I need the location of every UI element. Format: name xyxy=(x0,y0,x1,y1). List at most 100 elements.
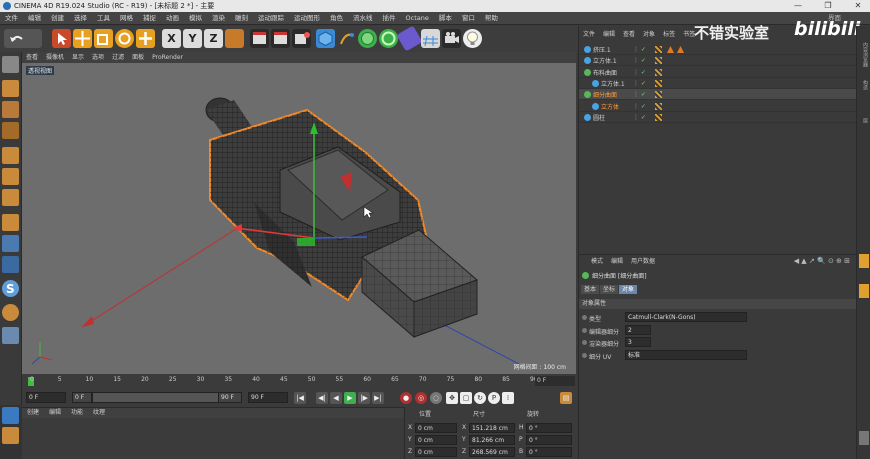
cloner-button[interactable] xyxy=(379,29,398,48)
model-mode-icon[interactable] xyxy=(2,80,19,97)
attribute-value-field[interactable]: 3 xyxy=(625,337,651,347)
object-row[interactable]: 立方体 ⋮ ✓ xyxy=(579,101,857,112)
object-name[interactable]: 圆柱 xyxy=(593,113,605,122)
side-tab-marker-icon[interactable] xyxy=(859,284,869,298)
attribute-nav-icons[interactable]: ◀ ▲ ↗ 🔍 ⊙ ⊕ ⊞ xyxy=(794,257,850,265)
rotation-field[interactable]: 0 ° xyxy=(526,435,572,445)
parameter-key-button[interactable]: P xyxy=(488,392,500,404)
right-strip-tab-2[interactable]: 层 xyxy=(859,118,869,123)
object-name[interactable]: 挤压.1 xyxy=(593,45,611,54)
object-row[interactable]: 立方体.1 ⋮ ✓ xyxy=(579,78,857,89)
light-object-button[interactable] xyxy=(463,29,482,48)
material-menu-item-3[interactable]: 纹理 xyxy=(88,408,110,418)
coordinate-system-button[interactable] xyxy=(225,29,244,48)
render-view-button[interactable] xyxy=(250,29,269,48)
object-menu-item-3[interactable]: 对象 xyxy=(639,30,659,40)
position-field[interactable]: 0 cm xyxy=(415,423,457,433)
material-menu-item-0[interactable]: 创建 xyxy=(22,408,44,418)
play-backwards-button[interactable]: ◀ xyxy=(330,392,342,404)
render-settings-button[interactable] xyxy=(292,29,311,48)
attribute-menu-item-2[interactable]: 用户数据 xyxy=(627,257,659,267)
rotation-field[interactable]: 0 ° xyxy=(526,447,572,457)
current-frame-field[interactable]: 0 F xyxy=(26,392,66,403)
size-field[interactable]: 268.569 cm xyxy=(469,447,515,457)
attribute-tab-2[interactable]: 对象 xyxy=(619,285,638,294)
viewport-menu-item-2[interactable]: 显示 xyxy=(68,52,88,63)
point-level-key-button[interactable]: ⁞ xyxy=(502,392,514,404)
preview-start-field[interactable]: 0 F xyxy=(72,392,92,403)
tag-icon[interactable] xyxy=(655,68,662,76)
menu-item-18[interactable]: 窗口 xyxy=(457,12,480,25)
viewport-menu-item-4[interactable]: 过滤 xyxy=(108,52,128,63)
z-axis-lock-button[interactable]: Z xyxy=(204,29,223,48)
undo-button[interactable] xyxy=(4,29,42,48)
menu-item-17[interactable]: 脚本 xyxy=(434,12,457,25)
menu-item-6[interactable]: 捕捉 xyxy=(138,12,161,25)
visibility-toggle-icon[interactable]: ⋮ ✓ xyxy=(633,103,646,110)
snap-icon[interactable] xyxy=(2,256,19,273)
previous-key-button[interactable]: ◀| xyxy=(316,392,328,404)
viewport-menu-item-0[interactable]: 查看 xyxy=(22,52,42,63)
viewport-solo-icon[interactable] xyxy=(2,407,19,424)
texture-mode-icon[interactable] xyxy=(2,101,19,118)
tag-icon[interactable] xyxy=(655,57,662,65)
close-button[interactable]: ✕ xyxy=(848,0,868,12)
object-menu-item-4[interactable]: 标签 xyxy=(659,30,679,40)
menu-item-16[interactable]: Octane xyxy=(401,12,434,25)
attribute-menu-item-1[interactable]: 编辑 xyxy=(607,257,627,267)
select-tool-button[interactable] xyxy=(52,29,71,48)
pen-spline-button[interactable] xyxy=(337,29,356,48)
subdivision-surface-button[interactable] xyxy=(358,29,377,48)
size-field[interactable]: 81.266 cm xyxy=(469,435,515,445)
tag-icon[interactable] xyxy=(655,79,662,87)
menu-item-1[interactable]: 编辑 xyxy=(23,12,46,25)
visibility-toggle-icon[interactable]: ⋮ ✓ xyxy=(633,46,646,53)
move-tool-button[interactable] xyxy=(73,29,92,48)
animate-dot-icon[interactable] xyxy=(582,340,587,345)
visibility-toggle-icon[interactable]: ⋮ ✓ xyxy=(633,69,646,76)
viewport-menu-item-1[interactable]: 摄像机 xyxy=(42,52,68,63)
object-menu-item-1[interactable]: 编辑 xyxy=(599,30,619,40)
object-name[interactable]: 细分曲面 xyxy=(593,90,617,99)
viewport-menu-item-6[interactable]: ProRender xyxy=(148,52,187,63)
position-field[interactable]: 0 cm xyxy=(415,435,457,445)
preview-end-field[interactable]: 90 F xyxy=(218,392,242,403)
maximize-button[interactable]: ❐ xyxy=(818,0,838,12)
timeline-ruler[interactable]: 0 5 10 15 20 25 30 35 40 45 50 55 60 65 70 75 80 85 90 xyxy=(22,374,576,388)
phong-tag-icon[interactable] xyxy=(667,46,674,53)
object-name[interactable]: 立方体.1 xyxy=(601,79,625,88)
scale-tool-button[interactable] xyxy=(94,29,113,48)
go-to-start-button[interactable]: |◀ xyxy=(294,392,306,404)
cube-object-button[interactable] xyxy=(316,29,335,48)
solo-mode-icon[interactable]: S xyxy=(2,280,19,297)
tag-icon[interactable] xyxy=(655,91,662,99)
camera-object-button[interactable] xyxy=(442,29,461,48)
menu-item-2[interactable]: 创建 xyxy=(46,12,69,25)
phong-tag-icon[interactable] xyxy=(677,46,684,53)
position-field[interactable]: 0 cm xyxy=(415,447,457,457)
attribute-tab-1[interactable]: 坐标 xyxy=(600,285,619,294)
object-name[interactable]: 立方体 xyxy=(601,102,619,111)
animate-dot-icon[interactable] xyxy=(582,315,587,320)
object-menu-item-2[interactable]: 查看 xyxy=(619,30,639,40)
minimize-button[interactable]: — xyxy=(788,0,808,12)
object-row[interactable]: 布料曲面 ⋮ ✓ xyxy=(579,67,857,78)
menu-item-13[interactable]: 角色 xyxy=(325,12,348,25)
menu-item-9[interactable]: 渲染 xyxy=(207,12,230,25)
object-row[interactable]: 细分曲面 ⋮ ✓ xyxy=(579,89,857,101)
visibility-toggle-icon[interactable]: ⋮ ✓ xyxy=(633,80,646,87)
animate-dot-icon[interactable] xyxy=(582,327,587,333)
x-axis-lock-button[interactable]: X xyxy=(162,29,181,48)
end-frame-field[interactable]: 90 F xyxy=(248,392,288,403)
tag-icon[interactable] xyxy=(655,113,662,121)
rotation-field[interactable]: 0 ° xyxy=(526,423,572,433)
visibility-toggle-icon[interactable]: ⋮ ✓ xyxy=(633,91,646,98)
tweak-mode-icon[interactable] xyxy=(2,235,19,252)
object-row[interactable]: 立方体.1 ⋮ ✓ xyxy=(579,55,857,67)
menu-item-15[interactable]: 插件 xyxy=(378,12,401,25)
viewport-menu-item-5[interactable]: 面板 xyxy=(128,52,148,63)
octane-material-icon[interactable] xyxy=(2,327,19,344)
enable-axis-icon[interactable] xyxy=(2,304,19,321)
scale-key-button[interactable]: ▢ xyxy=(460,392,472,404)
object-menu-item-0[interactable]: 文件 xyxy=(579,30,599,40)
